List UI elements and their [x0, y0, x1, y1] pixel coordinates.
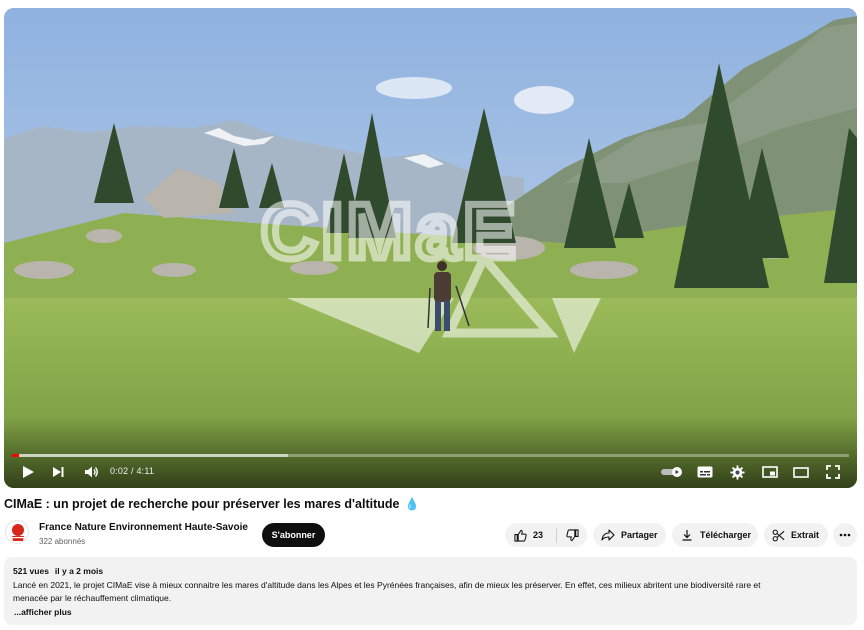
like-count: 23 — [533, 530, 544, 540]
thumbs-up-icon — [514, 529, 527, 542]
time-total: 4:11 — [136, 466, 155, 476]
miniplayer-button[interactable] — [759, 461, 781, 483]
play-icon — [23, 466, 34, 478]
share-icon — [601, 529, 615, 541]
channel-avatar[interactable] — [5, 520, 29, 544]
more-horizontal-icon — [839, 533, 851, 537]
video-frame: CIMaE — [4, 8, 857, 488]
theater-mode-button[interactable] — [790, 461, 812, 483]
download-button[interactable]: Télécharger — [672, 523, 758, 547]
subtitles-button[interactable] — [694, 461, 716, 483]
clip-button[interactable]: Extrait — [764, 523, 828, 547]
fullscreen-icon — [826, 465, 840, 479]
dislike-button[interactable] — [557, 523, 587, 547]
download-label: Télécharger — [700, 530, 752, 540]
miniplayer-icon — [762, 466, 778, 478]
droplet-emoji: 💧 — [404, 497, 420, 511]
thumbs-down-icon — [565, 528, 579, 541]
time-display: 0:02 / 4:11 — [110, 466, 154, 476]
channel-logo-icon — [11, 524, 25, 541]
progress-buffered — [12, 454, 289, 457]
description-line-1: Lancé en 2021, le projet CIMaE vise à mi… — [13, 580, 761, 590]
more-actions-button[interactable] — [833, 523, 857, 547]
progress-played — [12, 454, 19, 457]
next-button[interactable] — [48, 461, 68, 483]
download-icon — [682, 530, 692, 541]
fullscreen-button[interactable] — [822, 461, 844, 483]
time-current: 0:02 — [110, 466, 129, 476]
video-title-text: CIMaE : un projet de recherche pour prés… — [4, 497, 400, 511]
share-label: Partager — [621, 530, 658, 540]
show-more-link[interactable]: ...afficher plus — [14, 607, 848, 617]
view-count: 521 vues — [13, 566, 49, 576]
like-dislike-group: 23 — [505, 523, 587, 547]
progress-bar[interactable] — [12, 454, 849, 457]
volume-icon — [84, 466, 98, 478]
description-meta: 521 vues il y a 2 mois — [13, 566, 848, 576]
play-button[interactable] — [18, 461, 38, 483]
like-button[interactable]: 23 — [505, 523, 556, 547]
settings-button[interactable] — [726, 461, 748, 483]
share-button[interactable]: Partager — [593, 523, 666, 547]
description-text: Lancé en 2021, le projet CIMaE vise à mi… — [13, 579, 848, 605]
scissors-icon — [772, 529, 785, 541]
subscriber-count: 322 abonnés — [39, 537, 86, 546]
theater-icon — [793, 466, 809, 478]
video-player[interactable]: CIMaE 0:02 / 4:11 — [4, 8, 857, 488]
video-title: CIMaE : un projet de recherche pour prés… — [4, 497, 419, 511]
autoplay-toggle-icon — [661, 467, 682, 477]
autoplay-toggle[interactable] — [659, 461, 685, 483]
subtitles-icon — [697, 466, 713, 478]
next-icon — [53, 467, 64, 477]
subscribe-button[interactable]: S'abonner — [262, 523, 325, 547]
description-line-2: menacée par le réchauffement climatique. — [13, 593, 172, 603]
settings-icon — [729, 464, 745, 480]
description-box[interactable]: 521 vues il y a 2 mois Lancé en 2021, le… — [4, 557, 857, 625]
clip-label: Extrait — [791, 530, 820, 540]
channel-name[interactable]: France Nature Environnement Haute-Savoie — [39, 522, 248, 533]
upload-date: il y a 2 mois — [54, 566, 104, 576]
volume-button[interactable] — [80, 461, 102, 483]
